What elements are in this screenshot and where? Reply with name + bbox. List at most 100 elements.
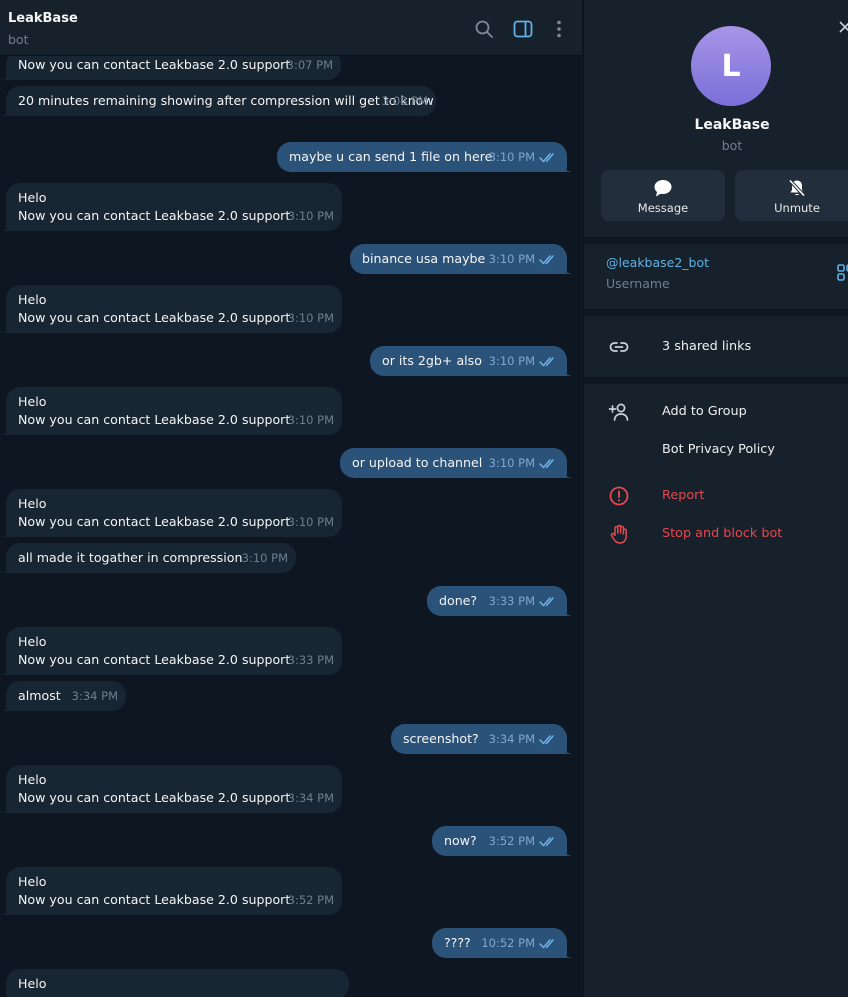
outgoing-message[interactable]: ???? 10:52 PM bbox=[432, 928, 572, 958]
username-caption: Username bbox=[606, 276, 670, 291]
report-row[interactable]: Report bbox=[584, 479, 848, 513]
shared-links-row[interactable]: 3 shared links bbox=[584, 330, 848, 364]
privacy-policy-label: Bot Privacy Policy bbox=[662, 442, 775, 457]
bubble-tail bbox=[1, 803, 11, 813]
qr-code-icon[interactable] bbox=[837, 264, 848, 282]
bubble-tail bbox=[1, 70, 11, 80]
username-link[interactable]: @leakbase2_bot bbox=[606, 255, 709, 270]
bubble-tail bbox=[1, 527, 11, 537]
message-list[interactable]: Now you can contact Leakbase 2.0 support… bbox=[0, 0, 582, 997]
outgoing-message[interactable]: or its 2gb+ also 3:10 PM bbox=[370, 346, 572, 376]
incoming-message[interactable]: almost 3:34 PM bbox=[1, 681, 126, 711]
message-meta: 3:52 PM bbox=[489, 832, 557, 850]
message-text: Helo bbox=[18, 496, 47, 511]
add-to-group-row[interactable]: Add to Group bbox=[584, 395, 848, 429]
close-icon[interactable] bbox=[838, 20, 848, 34]
double-check-icon bbox=[539, 254, 554, 264]
profile-panel: L LeakBase bot Message Unmute @leakbase2… bbox=[583, 0, 848, 997]
add-to-group-label: Add to Group bbox=[662, 404, 747, 419]
message-meta: 3:10 PM bbox=[288, 207, 334, 225]
message-time: 3:34 PM bbox=[71, 689, 118, 703]
message-time: 3:10 PM bbox=[287, 413, 334, 427]
chat-bubble-icon bbox=[654, 180, 672, 197]
double-check-icon bbox=[539, 458, 554, 468]
bell-muted-icon bbox=[788, 179, 806, 197]
chat-header[interactable]: LeakBase bot bbox=[0, 0, 582, 56]
incoming-message[interactable]: Helo Now you can contact Leakbase 2.0 sup… bbox=[1, 765, 342, 813]
message-text: Now you can contact Leakbase 2.0 support bbox=[18, 208, 291, 223]
incoming-message[interactable]: Helo Now you can contact Leakbase 2.0 sup… bbox=[1, 627, 342, 675]
message-time: 3:08 PM bbox=[381, 94, 428, 108]
more-vertical-icon[interactable] bbox=[548, 18, 570, 40]
message-time: 3:10 PM bbox=[488, 354, 535, 368]
incoming-message[interactable]: Helo Now you can contact Leakbase 2.0 sup… bbox=[1, 285, 342, 333]
message-meta: 3:10 PM bbox=[242, 549, 288, 567]
message-time: 3:07 PM bbox=[286, 58, 333, 72]
hand-stop-icon bbox=[610, 524, 627, 544]
message-meta: 3:33 PM bbox=[288, 651, 334, 669]
bubble-tail bbox=[562, 744, 572, 754]
incoming-message[interactable]: all made it togather in compression 3:10 … bbox=[1, 543, 296, 573]
bubble-tail bbox=[1, 425, 11, 435]
message-button[interactable]: Message bbox=[601, 170, 725, 221]
chat-title[interactable]: LeakBase bbox=[8, 11, 78, 26]
bubble-tail bbox=[562, 468, 572, 478]
message-meta: 3:10 PM bbox=[288, 411, 334, 429]
double-check-icon bbox=[539, 938, 554, 948]
bubble-tail bbox=[562, 264, 572, 274]
bubble-tail bbox=[562, 948, 572, 958]
bubble-tail bbox=[1, 665, 11, 675]
message-text: Now you can contact Leakbase 2.0 support bbox=[18, 514, 291, 529]
search-icon[interactable] bbox=[473, 18, 495, 40]
bubble-tail bbox=[1, 106, 11, 116]
stop-block-row[interactable]: Stop and block bot bbox=[584, 517, 848, 551]
avatar-letter: L bbox=[721, 48, 741, 84]
bubble-tail bbox=[562, 846, 572, 856]
sidebar-toggle-icon[interactable] bbox=[512, 18, 534, 40]
message-meta: 3:34 PM bbox=[489, 730, 557, 748]
divider bbox=[584, 237, 848, 244]
message-text: Helo bbox=[18, 190, 47, 205]
incoming-message[interactable]: Helo bbox=[6, 969, 349, 997]
unmute-button[interactable]: Unmute bbox=[735, 170, 848, 221]
incoming-message[interactable]: 20 minutes remaining showing after compr… bbox=[1, 86, 436, 116]
privacy-policy-row[interactable]: Bot Privacy Policy bbox=[584, 433, 848, 467]
bubble-tail bbox=[1, 905, 11, 915]
message-text: Now you can contact Leakbase 2.0 support bbox=[18, 790, 291, 805]
message-time: 3:10 PM bbox=[488, 456, 535, 470]
incoming-message[interactable]: Helo Now you can contact Leakbase 2.0 sup… bbox=[1, 183, 342, 231]
avatar[interactable]: L bbox=[691, 26, 771, 106]
message-meta: 3:10 PM bbox=[489, 352, 557, 370]
bubble-tail bbox=[562, 162, 572, 172]
incoming-message[interactable]: Helo Now you can contact Leakbase 2.0 sup… bbox=[1, 489, 342, 537]
bubble-tail bbox=[562, 366, 572, 376]
message-time: 3:10 PM bbox=[488, 252, 535, 266]
double-check-icon bbox=[539, 734, 554, 744]
message-meta: 3:52 PM bbox=[288, 891, 334, 909]
chat-subtitle: bot bbox=[8, 32, 29, 47]
message-meta: 10:52 PM bbox=[481, 934, 557, 952]
message-time: 10:52 PM bbox=[481, 936, 535, 950]
add-user-icon bbox=[608, 403, 629, 421]
message-time: 3:10 PM bbox=[241, 551, 288, 565]
double-check-icon bbox=[539, 356, 554, 366]
outgoing-message[interactable]: binance usa maybe 3:10 PM bbox=[350, 244, 572, 274]
outgoing-message[interactable]: or upload to channel 3:10 PM bbox=[340, 448, 572, 478]
incoming-message[interactable]: Helo Now you can contact Leakbase 2.0 sup… bbox=[1, 867, 342, 915]
message-time: 3:33 PM bbox=[287, 653, 334, 667]
outgoing-message[interactable]: maybe u can send 1 file on here 3:10 PM bbox=[277, 142, 572, 172]
message-time: 3:52 PM bbox=[488, 834, 535, 848]
unmute-button-label: Unmute bbox=[774, 201, 820, 215]
outgoing-message[interactable]: done? 3:33 PM bbox=[427, 586, 572, 616]
message-meta: 3:10 PM bbox=[489, 148, 557, 166]
outgoing-message[interactable]: now? 3:52 PM bbox=[432, 826, 572, 856]
message-text: Helo bbox=[18, 394, 47, 409]
message-meta: 3:34 PM bbox=[72, 687, 118, 705]
message-meta: 3:10 PM bbox=[288, 513, 334, 531]
bubble-tail bbox=[1, 563, 11, 573]
link-icon bbox=[609, 342, 629, 352]
incoming-message[interactable]: Helo Now you can contact Leakbase 2.0 sup… bbox=[1, 387, 342, 435]
outgoing-message[interactable]: screenshot? 3:34 PM bbox=[391, 724, 572, 754]
bubble-tail bbox=[1, 323, 11, 333]
divider bbox=[584, 377, 848, 384]
